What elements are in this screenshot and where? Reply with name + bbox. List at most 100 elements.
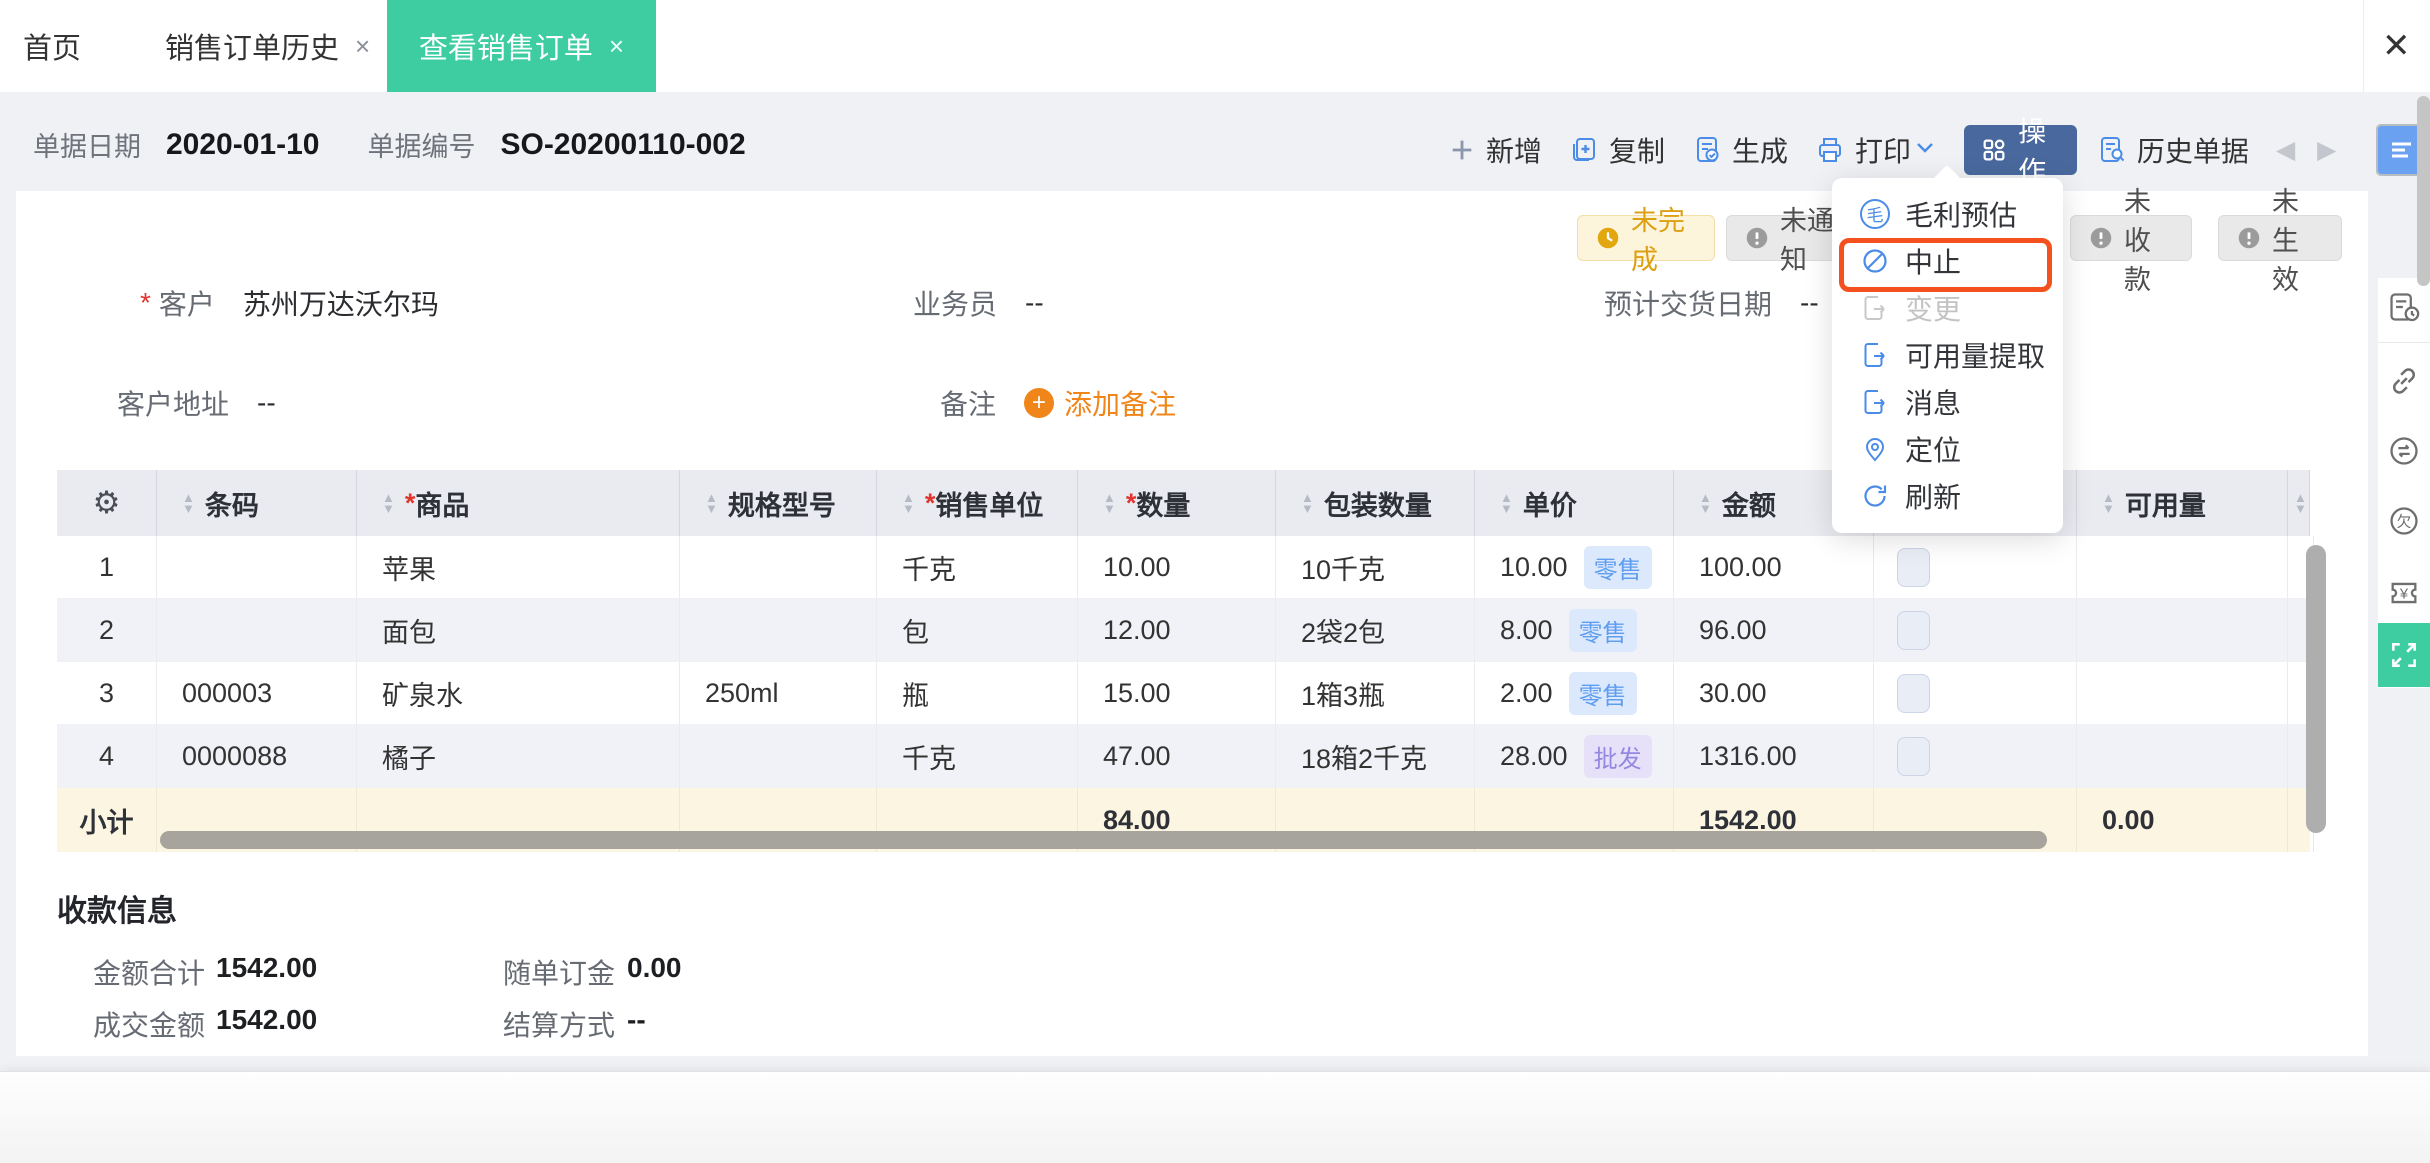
cell-available [2077, 536, 2288, 598]
exchange-icon[interactable] [2387, 434, 2421, 468]
status-badge-unpaid: 未收款 [2070, 187, 2192, 295]
exclamation-icon [2238, 227, 2260, 249]
add-remark-button[interactable]: + 添加备注 [1024, 383, 1176, 423]
cell-pack: 10千克 [1276, 536, 1475, 598]
header-unit[interactable]: ▲ ▼ * 销售单位 [877, 470, 1078, 536]
table-row[interactable]: 3 000003 矿泉水 250ml 瓶 15.00 1箱3瓶 2.00 零售 3… [57, 662, 2314, 725]
close-page-icon[interactable]: ✕ [2382, 26, 2411, 66]
table-row[interactable]: 2 面包 包 12.00 2袋2包 8.00 零售 96.00 [57, 599, 2314, 662]
action-button[interactable]: 操作 [1964, 116, 2077, 187]
gear-icon: ⚙ [92, 485, 121, 520]
cell-barcode [157, 599, 357, 661]
menu-item-profit-estimate[interactable]: 毛 毛利预估 [1832, 190, 2063, 237]
row-checkbox[interactable] [1897, 547, 1930, 587]
topbar-divider [2363, 0, 2364, 92]
cell-checkbox [1874, 725, 2077, 787]
delivery-date-value: -- [1800, 287, 1819, 318]
tab-close-icon[interactable]: × [355, 31, 370, 62]
page-scrollbar[interactable] [2417, 96, 2430, 286]
sort-icon[interactable]: ▲ ▼ [382, 491, 395, 515]
cell-checkbox [1874, 662, 2077, 724]
history-doc-button[interactable]: 历史单据 [2097, 130, 2249, 170]
status-badge-unfinished: 未完成 [1577, 206, 1715, 275]
header-barcode[interactable]: ▲ ▼ 条码 [157, 470, 357, 536]
menu-item-message[interactable]: 消息 [1832, 378, 2063, 425]
delivery-date-field[interactable]: 预计交货日期 -- [1604, 283, 1819, 323]
horizontal-scrollbar[interactable] [160, 831, 2047, 849]
list-view-icon [2392, 142, 2412, 158]
generate-icon [1697, 137, 1719, 162]
expand-fullscreen-button[interactable] [2378, 623, 2430, 687]
copy-button[interactable]: 复制 [1569, 130, 1665, 170]
menu-item-locate[interactable]: 定位 [1832, 425, 2063, 472]
cell-price: 28.00 批发 [1475, 725, 1674, 787]
settlement-value: -- [627, 1004, 646, 1035]
header-qty[interactable]: ▲ ▼ * 数量 [1078, 470, 1276, 536]
header-available[interactable]: ▲ ▼ 可用量 [2077, 470, 2288, 536]
top-tab-bar: 首页 销售订单历史 × 查看销售订单 × ✕ [0, 0, 2430, 92]
table-vertical-scrollbar[interactable] [2306, 545, 2326, 833]
header-pack-qty[interactable]: ▲ ▼ 包装数量 [1276, 470, 1475, 536]
doc-no-value: SO-20200110-002 [500, 127, 746, 161]
cell-checkbox [1874, 599, 2077, 661]
sort-icon[interactable]: ▲ ▼ [1301, 491, 1314, 515]
sort-icon[interactable]: ▲ ▼ [1103, 491, 1116, 515]
header-spec[interactable]: ▲ ▼ 规格型号 [680, 470, 877, 536]
exclamation-icon [1746, 227, 1768, 249]
sort-icon[interactable]: ▲ ▼ [182, 491, 195, 515]
prev-arrow-icon[interactable]: ◀ [2276, 135, 2295, 165]
add-button[interactable]: 新增 [1448, 130, 1542, 170]
menu-item-refresh[interactable]: 刷新 [1832, 472, 2063, 519]
customer-field[interactable]: * 客户 苏州万达沃尔玛 [140, 283, 439, 323]
row-index: 2 [57, 599, 157, 661]
customer-label: 客户 [158, 289, 215, 320]
tab-close-icon[interactable]: × [609, 31, 624, 62]
cell-product: 橘子 [357, 725, 680, 787]
money-ticket-icon[interactable]: ¥ [2387, 576, 2421, 610]
menu-item-change[interactable]: 变更 [1832, 284, 2063, 331]
sort-icon[interactable]: ▲ ▼ [1500, 491, 1513, 515]
cell-product: 面包 [357, 599, 680, 661]
sort-icon[interactable]: ▲ ▼ [1699, 491, 1712, 515]
tab-sales-order-history[interactable]: 销售订单历史 × [165, 0, 370, 92]
cell-checkbox [1874, 536, 2077, 598]
row-checkbox[interactable] [1897, 610, 1930, 650]
debt-icon[interactable]: 欠 [2387, 504, 2421, 538]
generate-button[interactable]: 生成 [1692, 130, 1788, 170]
cell-pack: 1箱3瓶 [1276, 662, 1475, 724]
grid-icon [1983, 139, 2005, 161]
menu-item-available-extract[interactable]: 可用量提取 [1832, 331, 2063, 378]
sort-icon[interactable]: ▲ ▼ [2102, 491, 2115, 515]
sort-icon[interactable]: ▲ ▼ [705, 491, 718, 515]
document-meta: 单据日期 2020-01-10 单据编号 SO-20200110-002 [33, 125, 746, 164]
salesman-field[interactable]: 业务员 -- [913, 283, 1044, 323]
cell-unit: 千克 [877, 725, 1078, 787]
table-row[interactable]: 4 0000088 橘子 千克 47.00 18箱2千克 28.00 批发 131… [57, 725, 2314, 788]
customer-address-field[interactable]: 客户地址 -- [117, 383, 276, 423]
deal-amount-label: 成交金额 [93, 1010, 206, 1041]
row-checkbox[interactable] [1897, 736, 1930, 776]
menu-item-abort[interactable]: 中止 [1832, 237, 2063, 284]
header-price[interactable]: ▲ ▼ 单价 [1475, 470, 1674, 536]
price-type-badge: 零售 [1568, 671, 1637, 715]
salesman-label: 业务员 [913, 289, 998, 320]
next-arrow-icon[interactable]: ▶ [2317, 135, 2336, 165]
page-arrow-icon [1864, 295, 1885, 320]
print-dropdown-chevron-icon[interactable] [1913, 134, 1937, 166]
order-record-icon[interactable] [2387, 290, 2421, 324]
customer-address-label: 客户地址 [117, 389, 230, 420]
table-row[interactable]: 1 苹果 千克 10.00 10千克 10.00 零售 100.00 [57, 536, 2314, 599]
footer-bar [0, 1071, 2430, 1163]
print-button[interactable]: 打印 [1815, 130, 1911, 170]
cell-product: 苹果 [357, 536, 680, 598]
sort-icon[interactable]: ▲ ▼ [902, 491, 915, 515]
tab-view-sales-order[interactable]: 查看销售订单 × [387, 0, 656, 92]
tab-home[interactable]: 首页 [23, 0, 81, 92]
link-icon[interactable] [2387, 364, 2421, 398]
svg-text:欠: 欠 [2397, 514, 2412, 531]
row-checkbox[interactable] [1897, 673, 1930, 713]
plus-icon [1452, 140, 1472, 160]
cell-unit: 千克 [877, 536, 1078, 598]
column-settings-button[interactable]: ⚙ [57, 470, 157, 536]
header-product[interactable]: ▲ ▼ * 商品 [357, 470, 680, 536]
